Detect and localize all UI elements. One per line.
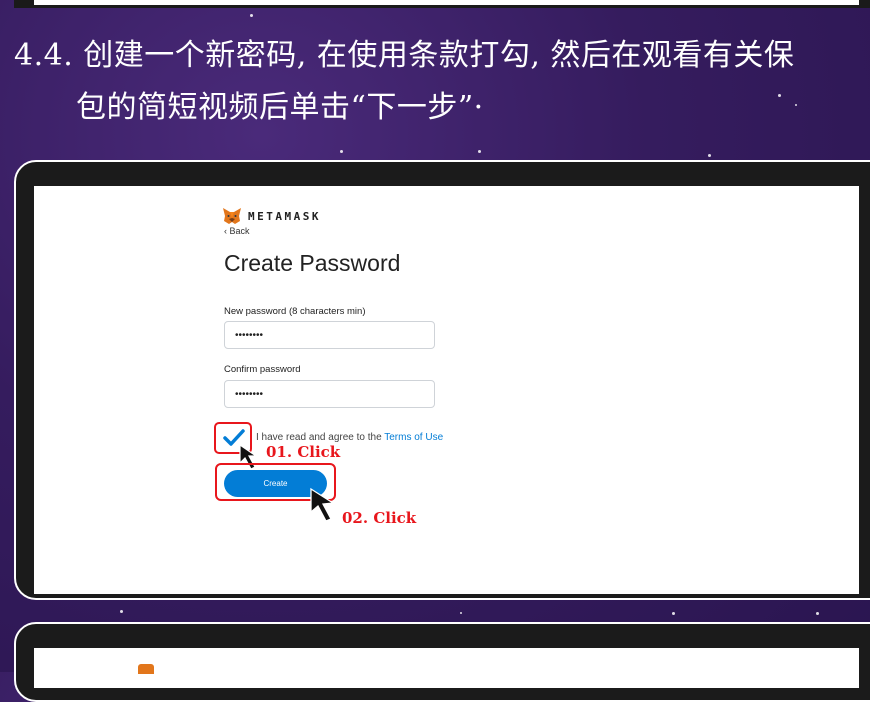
terms-of-use-link[interactable]: Terms of Use [384, 432, 443, 443]
agree-text: I have read and agree to the [256, 432, 385, 443]
heading-line-1: 4.4. 创建一个新密码, 在使用条款打勾, 然后在观看有关保 [14, 38, 795, 73]
laptop-screen [34, 186, 859, 594]
metamask-fox-icon [222, 207, 242, 225]
new-password-label: New password (8 characters min) [224, 306, 366, 317]
star-decoration [250, 14, 253, 17]
laptop-screen-next [34, 648, 859, 688]
star-decoration [460, 612, 462, 614]
confirm-password-label: Confirm password [224, 364, 301, 375]
star-decoration [340, 150, 343, 153]
star-decoration [120, 610, 123, 613]
star-decoration [478, 150, 481, 153]
heading-line-2: 包的简短视频后单击“下一步”· [76, 90, 484, 125]
star-decoration [816, 612, 819, 615]
star-decoration [672, 612, 675, 615]
instruction-heading: 4.4. 创建一个新密码, 在使用条款打勾, 然后在观看有关保 包的简短视频后单… [14, 30, 870, 134]
star-decoration [708, 154, 711, 157]
cursor-arrow-icon [310, 487, 335, 522]
confirm-password-field[interactable]: •••••••• [224, 380, 435, 408]
new-password-field[interactable]: •••••••• [224, 321, 435, 349]
metamask-fox-icon [138, 664, 154, 674]
terms-agreement: I have read and agree to the Terms of Us… [256, 432, 443, 443]
brand-wordmark: METAMASK [248, 209, 321, 223]
laptop-screen-top [34, 0, 859, 5]
back-link[interactable]: ‹ Back [224, 226, 250, 236]
metamask-brand: METAMASK [222, 207, 321, 225]
step-1-annotation: 01. Click [266, 443, 341, 461]
step-2-annotation: 02. Click [342, 509, 417, 527]
page-title: Create Password [224, 250, 401, 276]
